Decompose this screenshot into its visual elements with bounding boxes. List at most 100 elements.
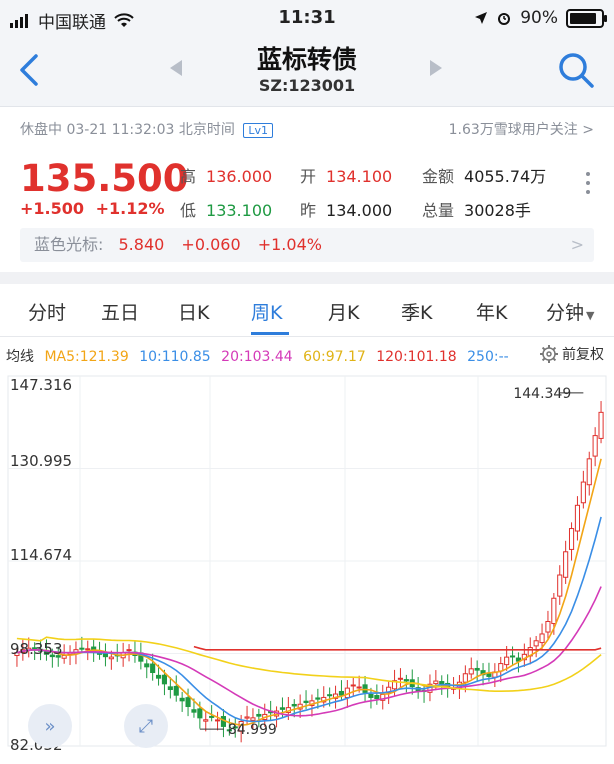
current-price: 135.500 bbox=[20, 157, 189, 200]
y-tick-label: 147.316 bbox=[10, 376, 73, 394]
period-tabs: 分时 五日 日K 周K 月K 季K 年K 分钟 ▼ bbox=[0, 284, 614, 337]
tab-daily[interactable]: 日K bbox=[178, 298, 209, 325]
tab-intraday[interactable]: 分时 bbox=[28, 298, 66, 325]
candle-body bbox=[126, 649, 132, 652]
candle-body bbox=[574, 504, 581, 532]
underlying-stock-row[interactable]: 蓝色光标: 5.840 +0.060 +1.04% > bbox=[20, 228, 594, 262]
tab-monthly[interactable]: 月K bbox=[328, 298, 359, 325]
max-price-label: 144.349 bbox=[513, 386, 571, 402]
candle-body bbox=[256, 713, 262, 717]
nav-bar: 蓝标转债 SZ:123001 bbox=[0, 36, 614, 107]
change-percent: +1.12% bbox=[95, 199, 165, 218]
candle-body bbox=[303, 700, 309, 704]
candle-body bbox=[374, 695, 380, 700]
candle-body bbox=[327, 694, 333, 697]
candle-body bbox=[486, 673, 492, 677]
adjust-label: 前复权 bbox=[562, 347, 604, 363]
tab-yearly[interactable]: 年K bbox=[476, 298, 507, 325]
candle-body bbox=[338, 690, 345, 696]
tab-weekly[interactable]: 周K bbox=[251, 298, 282, 325]
candle-body bbox=[144, 663, 150, 668]
followers-link[interactable]: 1.63万雪球用户关注 > bbox=[449, 119, 594, 139]
kline-chart[interactable]: 144.349 84.999 147.316 130.995 114.674 98… bbox=[0, 370, 614, 760]
battery-percent: 90% bbox=[520, 8, 558, 28]
alarm-icon bbox=[498, 13, 511, 25]
expand-right-icon[interactable]: » bbox=[28, 704, 72, 748]
candle-body bbox=[586, 458, 592, 486]
next-stock-icon[interactable] bbox=[430, 60, 442, 76]
underlying-label: 蓝色光标: bbox=[34, 235, 104, 254]
more-icon[interactable] bbox=[586, 167, 592, 199]
y-tick-label: 114.674 bbox=[10, 546, 73, 564]
candle-body bbox=[504, 656, 510, 666]
volume-stat: 总量 30028手 bbox=[422, 201, 531, 220]
candle-body bbox=[439, 681, 445, 685]
price-change: +1.500 +1.12% bbox=[20, 199, 165, 218]
candle-body bbox=[509, 655, 516, 658]
battery-icon bbox=[566, 8, 607, 28]
candle-body bbox=[433, 680, 439, 685]
candle-body bbox=[403, 679, 409, 682]
candle-body bbox=[85, 648, 91, 651]
moving-average-legend: 均线 MA5:121.39 10:110.85 20:103.44 60:97.… bbox=[6, 346, 515, 366]
candle-body bbox=[315, 697, 321, 700]
candle-body bbox=[250, 717, 256, 721]
candle-body bbox=[563, 551, 569, 578]
adjust-toggle[interactable]: 前复权 bbox=[540, 344, 604, 364]
candle-body bbox=[179, 697, 185, 702]
ma5-line bbox=[16, 458, 602, 727]
fullscreen-icon[interactable]: ⤢ bbox=[124, 704, 168, 748]
amount-stat: 金额 4055.74万 bbox=[422, 167, 547, 186]
candle-body bbox=[598, 411, 604, 439]
candle-body bbox=[61, 655, 67, 659]
ma10-value: 10:110.85 bbox=[139, 349, 211, 365]
ma20-value: 20:103.44 bbox=[221, 349, 293, 365]
candle-body bbox=[203, 719, 209, 722]
candle-body bbox=[557, 574, 563, 597]
candle-body bbox=[545, 620, 551, 633]
tab-five-day[interactable]: 五日 bbox=[101, 298, 139, 325]
candle-body bbox=[291, 703, 297, 707]
min-price-label: 84.999 bbox=[228, 722, 277, 738]
candle-body bbox=[468, 668, 474, 675]
candle-body bbox=[79, 647, 85, 650]
open-stat: 开 134.100 bbox=[300, 167, 393, 186]
prev-close-stat: 昨 134.000 bbox=[300, 201, 393, 220]
candle-body bbox=[568, 528, 575, 550]
candle-body bbox=[551, 597, 557, 625]
kline-svg: 144.349 84.999 bbox=[7, 375, 607, 747]
y-tick-label: 98.353 bbox=[10, 640, 63, 658]
candle-body bbox=[185, 697, 191, 708]
tab-quarterly[interactable]: 季K bbox=[401, 298, 432, 325]
underlying-change-percent: +1.04% bbox=[257, 235, 322, 254]
market-status: 休盘中 03-21 11:32:03 北京时间 bbox=[20, 122, 235, 138]
gear-icon[interactable] bbox=[540, 345, 558, 363]
candle-body bbox=[362, 684, 368, 693]
candle-body bbox=[161, 674, 168, 685]
level-badge[interactable]: Lv1 bbox=[243, 123, 274, 138]
stock-name: 蓝标转债 bbox=[256, 45, 357, 74]
candle-body bbox=[397, 677, 404, 680]
candle-body bbox=[173, 685, 179, 696]
candle-body bbox=[244, 716, 250, 719]
candle-body bbox=[533, 640, 539, 647]
underlying-change: +0.060 bbox=[181, 235, 241, 254]
y-tick-label: 130.995 bbox=[10, 452, 73, 470]
candle-body bbox=[150, 663, 156, 674]
quote-panel: 休盘中 03-21 11:32:03 北京时间 Lv1 1.63万雪球用户关注 … bbox=[0, 107, 614, 272]
candle-body bbox=[462, 673, 468, 683]
candle-body bbox=[356, 686, 362, 689]
low-stat: 低 133.100 bbox=[180, 201, 273, 220]
candle-body bbox=[279, 707, 286, 710]
tab-minute[interactable]: 分钟 ▼ bbox=[546, 298, 594, 325]
candle-body bbox=[539, 633, 545, 644]
candle-body bbox=[209, 715, 215, 718]
change-value: +1.500 bbox=[20, 199, 85, 218]
active-tab-indicator bbox=[251, 332, 289, 335]
candle-body bbox=[191, 709, 197, 713]
status-bar: 中国联通 11:31 90% bbox=[0, 0, 614, 36]
search-icon[interactable] bbox=[556, 50, 596, 90]
candle-body bbox=[197, 708, 203, 719]
dropdown-arrow-icon: ▼ bbox=[586, 309, 595, 322]
ma250-value: 250:-- bbox=[467, 349, 509, 365]
